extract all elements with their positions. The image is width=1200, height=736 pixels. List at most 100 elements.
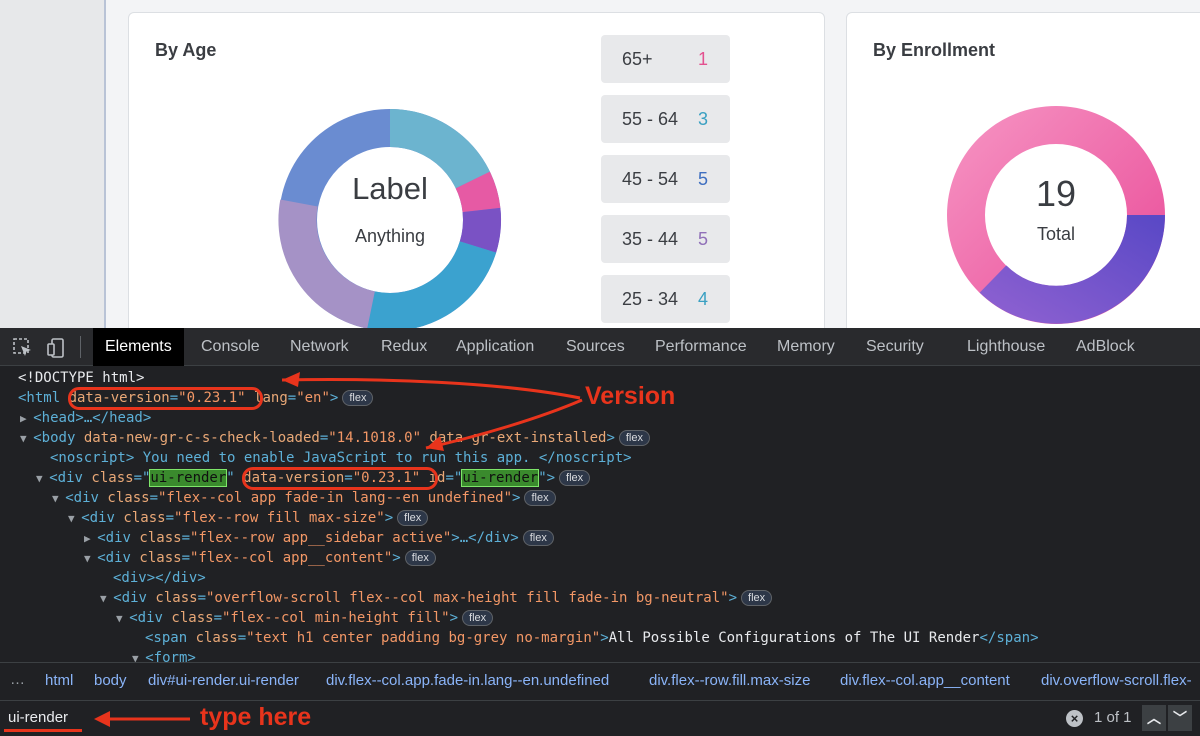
collapse-triangle-icon[interactable]: ▼ [100, 592, 113, 605]
collapse-triangle-icon[interactable]: ▼ [20, 432, 33, 445]
attr-value: "flex--row app__sidebar active" [190, 530, 452, 546]
toolbar-divider [80, 336, 81, 358]
flex-badge[interactable]: flex [741, 590, 773, 606]
breadcrumb-item[interactable]: div.flex--col.app__content [840, 672, 1010, 689]
breadcrumb-item[interactable]: div.flex--row.fill.max-size [649, 672, 810, 689]
dom-node-form[interactable]: ▼ <form> [132, 648, 196, 662]
age-group-45-54[interactable]: 45 - 54 5 [601, 155, 730, 203]
breadcrumb-item[interactable]: html [45, 672, 73, 689]
dom-node-overflow[interactable]: ▼ <div class="overflow-scroll flex--col … [100, 588, 773, 608]
collapse-triangle-icon[interactable]: ▼ [84, 552, 97, 565]
age-range-label: 25 - 34 [622, 289, 679, 309]
donut-segment-35-44 [278, 199, 376, 328]
collapse-triangle-icon[interactable]: ▼ [132, 652, 145, 662]
age-group-55-64[interactable]: 55 - 64 3 [601, 95, 730, 143]
tab-memory[interactable]: Memory [765, 328, 847, 366]
device-toolbar-icon[interactable] [46, 337, 68, 359]
age-count: 1 [697, 49, 708, 69]
flex-badge[interactable]: flex [559, 470, 591, 486]
breadcrumb: … html body div#ui-render.ui-render div.… [0, 662, 1200, 698]
dom-node-sidebar[interactable]: ▶ <div class="flex--row app__sidebar act… [84, 528, 554, 548]
enrollment-donut-chart [947, 106, 1165, 324]
dom-node-min-height[interactable]: ▼ <div class="flex--col min-height fill"… [116, 608, 494, 628]
attr-name: class [171, 610, 214, 626]
devtools-toolbar: Elements Console Network Redux Applicati… [0, 328, 1200, 366]
more-dots-icon[interactable]: … [10, 671, 25, 688]
collapse-triangle-icon[interactable]: ▼ [68, 512, 81, 525]
type-here-arrow [94, 711, 190, 727]
attr-value: "text h1 center padding bg-grey no-margi… [246, 630, 601, 646]
breadcrumb-item[interactable]: div.flex--col.app.fade-in.lang--en.undef… [326, 672, 609, 689]
tab-redux[interactable]: Redux [369, 328, 439, 366]
tab-network[interactable]: Network [278, 328, 361, 366]
age-count: 4 [697, 289, 708, 309]
dom-node-content[interactable]: ▼ <div class="flex--col app__content"> fl… [84, 548, 436, 568]
attr-name: class [155, 590, 198, 606]
search-highlight: ui-render [461, 469, 540, 487]
clear-search-icon[interactable]: × [1066, 710, 1083, 727]
collapse-triangle-icon[interactable]: ▼ [116, 612, 129, 625]
breadcrumb-item[interactable]: div#ui-render.ui-render [148, 672, 299, 689]
devtools-panel: Elements Console Network Redux Applicati… [0, 328, 1200, 736]
dom-node-empty-div[interactable]: <div></div> [113, 568, 206, 588]
next-match-button[interactable]: ﹀ [1168, 705, 1192, 731]
age-count: 5 [697, 229, 708, 249]
collapse-triangle-icon[interactable]: ▼ [36, 472, 49, 485]
dom-node-span[interactable]: <span class="text h1 center padding bg-g… [145, 628, 1039, 648]
version-annotation: Version [585, 382, 676, 410]
previous-match-button[interactable]: ︿ [1142, 705, 1166, 731]
by-enrollment-card: By Enrollment 19 Total [846, 12, 1200, 328]
attr-value: "overflow-scroll flex--col max-height fi… [206, 590, 729, 606]
tab-adblock[interactable]: AdBlock [1064, 328, 1147, 366]
flex-badge[interactable]: flex [618, 430, 650, 446]
tab-performance[interactable]: Performance [643, 328, 759, 366]
version-arrows [281, 372, 583, 451]
flex-badge[interactable]: flex [404, 550, 436, 566]
dom-tree: <!DOCTYPE html> <html data-version="0.23… [0, 368, 1200, 662]
attr-value: "flex--col app__content" [190, 550, 393, 566]
age-count: 3 [697, 109, 708, 129]
tab-console[interactable]: Console [189, 328, 272, 366]
flex-badge[interactable]: flex [524, 490, 556, 506]
dom-node-app[interactable]: ▼ <div class="flex--col app fade-in lang… [52, 488, 556, 508]
tab-elements[interactable]: Elements [93, 328, 184, 366]
donut-segment-25-34 [367, 240, 497, 328]
collapse-triangle-icon[interactable]: ▼ [52, 492, 65, 505]
inspect-element-icon[interactable] [12, 337, 34, 359]
tab-application[interactable]: Application [444, 328, 546, 366]
dom-node-head[interactable]: ▶ <head>…</head> [20, 408, 151, 428]
flex-badge[interactable]: flex [397, 510, 429, 526]
breadcrumb-item[interactable]: body [94, 672, 127, 689]
age-group-25-34[interactable]: 25 - 34 4 [601, 275, 730, 323]
find-bar: ui-render type here × 1 of 1 ︿ ﹀ [0, 700, 1200, 736]
head-tag: <head>…</head> [33, 410, 152, 426]
dom-node-row[interactable]: ▼ <div class="flex--row fill max-size"> f… [68, 508, 429, 528]
flex-badge[interactable]: flex [462, 610, 494, 626]
form-tag: <form> [145, 650, 196, 662]
age-range-label: 65+ [622, 49, 653, 69]
attr-value: "flex--col app fade-in lang--en undefine… [158, 490, 513, 506]
breadcrumb-item[interactable]: div.overflow-scroll.flex- [1041, 672, 1192, 689]
dom-node-doctype[interactable]: <!DOCTYPE html> [18, 368, 144, 388]
attr-name: class [195, 630, 238, 646]
type-here-annotation: type here [200, 703, 312, 731]
doctype-text: <!DOCTYPE html> [18, 370, 145, 386]
enrollment-total: 19 [1035, 173, 1077, 214]
expand-triangle-icon[interactable]: ▶ [20, 412, 33, 425]
tab-lighthouse[interactable]: Lighthouse [955, 328, 1057, 366]
version-highlight-circle [68, 387, 263, 410]
search-input[interactable]: ui-render [8, 709, 68, 726]
enrollment-total-label: Total [1036, 224, 1076, 244]
tab-security[interactable]: Security [854, 328, 936, 366]
flex-badge[interactable]: flex [522, 530, 554, 546]
tab-sources[interactable]: Sources [554, 328, 637, 366]
donut-segment-65plus [455, 171, 501, 213]
match-count: 1 of 1 [1094, 709, 1132, 726]
age-group-35-44[interactable]: 35 - 44 5 [601, 215, 730, 263]
by-enrollment-title: By Enrollment [873, 40, 996, 60]
age-range-label: 35 - 44 [622, 229, 679, 249]
age-group-65plus[interactable]: 65+ 1 [601, 35, 730, 83]
attr-value: "flex--row fill max-size" [174, 510, 385, 526]
donut-center-label: Label [352, 171, 428, 206]
expand-triangle-icon[interactable]: ▶ [84, 532, 97, 545]
